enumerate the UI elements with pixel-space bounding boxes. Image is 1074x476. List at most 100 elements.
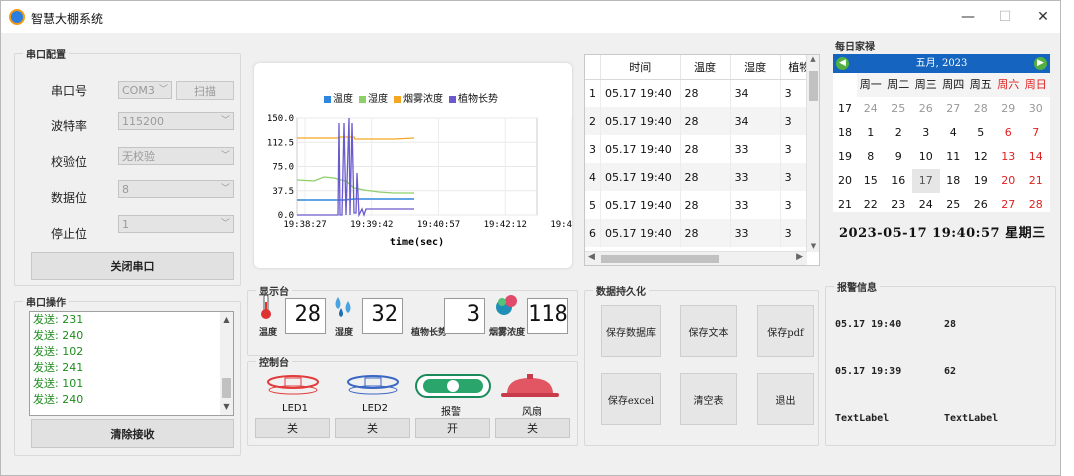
calendar-day[interactable]: 8 bbox=[857, 145, 885, 169]
save-text-button[interactable]: 保存文本 bbox=[680, 305, 737, 357]
calendar-day[interactable]: 26 bbox=[967, 193, 995, 217]
col-temp[interactable]: 温度 bbox=[680, 55, 731, 80]
table-cell[interactable]: 28 bbox=[680, 191, 731, 219]
calendar-day[interactable]: 29 bbox=[995, 97, 1023, 121]
stopbits-select[interactable]: 1 ﹀ bbox=[118, 215, 234, 233]
receive-log[interactable]: 发送: 231 发送: 240 发送: 102 发送: 241 发送: 101 发送: 2… bbox=[29, 311, 234, 416]
next-month-icon[interactable]: ▶ bbox=[1034, 57, 1047, 70]
calendar-day[interactable]: 25 bbox=[940, 193, 968, 217]
maximize-button[interactable]: ☐ bbox=[990, 7, 1020, 29]
scroll-left-icon[interactable]: ◀ bbox=[588, 252, 595, 262]
calendar-day[interactable]: 3 bbox=[912, 121, 940, 145]
table-hscroll[interactable]: ◀ ▶ bbox=[585, 251, 807, 265]
data-table[interactable]: 时间 温度 湿度 植物 1 05.17 19:40 28 34 3 2 05.17 19:4… bbox=[584, 54, 820, 266]
table-vscroll[interactable]: ▲ ▼ bbox=[806, 55, 819, 252]
save-pdf-button[interactable]: 保存pdf bbox=[757, 305, 814, 357]
calendar-day[interactable]: 17 bbox=[912, 169, 940, 193]
calendar-day[interactable]: 6 bbox=[995, 121, 1023, 145]
table-cell[interactable]: 05.17 19:40 bbox=[600, 107, 681, 135]
calendar-day[interactable]: 1 bbox=[857, 121, 885, 145]
table-cell[interactable]: 33 bbox=[730, 163, 781, 191]
table-cell[interactable]: 05.17 19:40 bbox=[600, 79, 681, 107]
calendar-day[interactable]: 25 bbox=[885, 97, 913, 121]
calendar-day[interactable]: 19 bbox=[967, 169, 995, 193]
log-scrollbar[interactable]: ▲ ▼ bbox=[220, 312, 233, 415]
calendar-day[interactable]: 27 bbox=[995, 193, 1023, 217]
calendar-day[interactable]: 22 bbox=[857, 193, 885, 217]
fan-toggle-button[interactable]: 关 bbox=[495, 418, 570, 438]
calendar-day[interactable]: 24 bbox=[857, 97, 885, 121]
table-cell[interactable]: 34 bbox=[730, 107, 781, 135]
led2-toggle-button[interactable]: 关 bbox=[335, 418, 410, 438]
table-row[interactable]: 1 05.17 19:40 28 34 3 bbox=[585, 79, 819, 107]
save-db-button[interactable]: 保存数据库 bbox=[601, 305, 661, 357]
table-cell[interactable]: 28 bbox=[680, 135, 731, 163]
calendar-day[interactable]: 10 bbox=[912, 145, 940, 169]
table-row[interactable]: 2 05.17 19:40 28 34 3 bbox=[585, 107, 819, 135]
scroll-thumb[interactable] bbox=[222, 378, 231, 398]
scan-button[interactable]: 扫描 bbox=[176, 81, 234, 100]
prev-month-icon[interactable]: ◀ bbox=[836, 57, 849, 70]
clear-receive-button[interactable]: 清除接收 bbox=[31, 419, 234, 448]
calendar-day[interactable]: 4 bbox=[940, 121, 968, 145]
calendar-day[interactable]: 9 bbox=[885, 145, 913, 169]
calendar-day[interactable]: 14 bbox=[1022, 145, 1050, 169]
scroll-right-icon[interactable]: ▶ bbox=[796, 252, 803, 262]
table-row[interactable]: 3 05.17 19:40 28 33 3 bbox=[585, 135, 819, 163]
calendar-day[interactable]: 5 bbox=[967, 121, 995, 145]
calendar-day[interactable]: 28 bbox=[1022, 193, 1050, 217]
table-cell[interactable]: 05.17 19:40 bbox=[600, 163, 681, 191]
exit-button[interactable]: 退出 bbox=[757, 373, 814, 425]
scroll-thumb[interactable] bbox=[601, 255, 719, 263]
led1-toggle-button[interactable]: 关 bbox=[255, 418, 330, 438]
calendar-day[interactable]: 2 bbox=[885, 121, 913, 145]
table-cell[interactable]: 05.17 19:40 bbox=[600, 191, 681, 219]
table-cell[interactable]: 05.17 19:40 bbox=[600, 135, 681, 163]
calendar-day[interactable]: 24 bbox=[912, 193, 940, 217]
calendar-day[interactable]: 26 bbox=[912, 97, 940, 121]
scroll-up-icon[interactable]: ▲ bbox=[220, 312, 233, 328]
scroll-thumb[interactable] bbox=[809, 71, 818, 101]
table-cell[interactable]: 28 bbox=[680, 107, 731, 135]
table-cell[interactable]: 28 bbox=[680, 79, 731, 107]
table-row[interactable]: 5 05.17 19:40 28 33 3 bbox=[585, 191, 819, 219]
calendar-month[interactable]: 五月, 2023 bbox=[916, 58, 968, 69]
table-cell[interactable]: 33 bbox=[730, 135, 781, 163]
calendar-widget[interactable]: ◀ 五月, 2023 ▶ 周一 周二 周三 周四 周五 周六 周日 17 24 25 26 27 28 2… bbox=[833, 54, 1050, 212]
scroll-up-icon[interactable]: ▲ bbox=[807, 55, 819, 63]
table-cell[interactable]: 05.17 19:40 bbox=[600, 219, 681, 247]
close-button[interactable]: ✕ bbox=[1028, 7, 1058, 29]
calendar-day[interactable]: 21 bbox=[1022, 169, 1050, 193]
table-cell[interactable]: 33 bbox=[730, 191, 781, 219]
minimize-button[interactable]: — bbox=[953, 7, 983, 29]
databits-select[interactable]: 8 ﹀ bbox=[118, 180, 234, 198]
calendar-day[interactable]: 12 bbox=[967, 145, 995, 169]
calendar-day[interactable]: 7 bbox=[1022, 121, 1050, 145]
scroll-down-icon[interactable]: ▼ bbox=[807, 242, 819, 250]
table-cell[interactable]: 34 bbox=[730, 79, 781, 107]
close-port-button[interactable]: 关闭串口 bbox=[31, 252, 234, 280]
calendar-day[interactable]: 20 bbox=[995, 169, 1023, 193]
calendar-day[interactable]: 11 bbox=[940, 145, 968, 169]
baud-select[interactable]: 115200 ﹀ bbox=[118, 112, 234, 130]
calendar-day[interactable]: 23 bbox=[885, 193, 913, 217]
calendar-day[interactable]: 15 bbox=[857, 169, 885, 193]
col-time[interactable]: 时间 bbox=[600, 55, 681, 80]
save-excel-button[interactable]: 保存excel bbox=[601, 373, 661, 425]
table-cell[interactable]: 33 bbox=[730, 219, 781, 247]
parity-select[interactable]: 无校验 ﹀ bbox=[118, 147, 234, 165]
port-select[interactable]: COM3 ﹀ bbox=[118, 81, 172, 99]
calendar-day[interactable]: 27 bbox=[940, 97, 968, 121]
table-row[interactable]: 4 05.17 19:40 28 33 3 bbox=[585, 163, 819, 191]
calendar-day[interactable]: 28 bbox=[967, 97, 995, 121]
calendar-day[interactable]: 18 bbox=[940, 169, 968, 193]
calendar-day[interactable]: 13 bbox=[995, 145, 1023, 169]
col-hum[interactable]: 湿度 bbox=[730, 55, 781, 80]
table-cell[interactable]: 28 bbox=[680, 219, 731, 247]
scroll-down-icon[interactable]: ▼ bbox=[220, 399, 233, 415]
table-row[interactable]: 6 05.17 19:40 28 33 3 bbox=[585, 219, 819, 247]
clear-table-button[interactable]: 清空表 bbox=[680, 373, 737, 425]
calendar-day[interactable]: 16 bbox=[885, 169, 913, 193]
alarm-toggle-button[interactable]: 开 bbox=[415, 418, 490, 438]
table-cell[interactable]: 28 bbox=[680, 163, 731, 191]
